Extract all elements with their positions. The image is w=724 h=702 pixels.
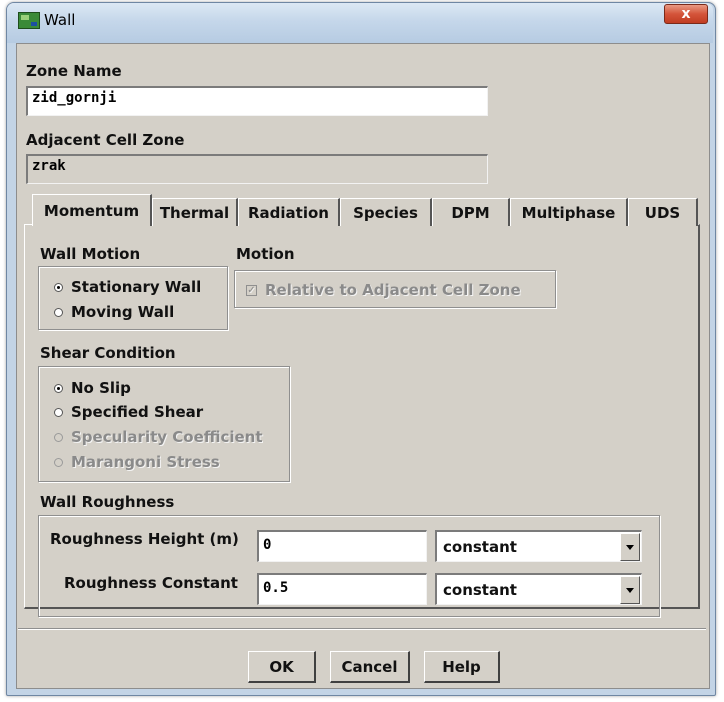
tab-thermal[interactable]: Thermal <box>152 198 238 226</box>
radio-unselected-icon <box>54 307 63 317</box>
adjacent-cell-zone-field: zrak <box>26 154 488 184</box>
radio-disabled-icon <box>54 457 63 467</box>
adjacent-cell-zone-label: Adjacent Cell Zone <box>26 131 185 149</box>
no-slip-radio[interactable]: No Slip <box>54 379 131 397</box>
specularity-coefficient-label: Specularity Coefficient <box>71 428 263 446</box>
roughness-constant-method-value: constant <box>443 581 517 599</box>
title-bar[interactable] <box>7 3 713 43</box>
relative-to-adjacent-label: Relative to Adjacent Cell Zone <box>265 281 521 299</box>
dropdown-arrow-icon[interactable] <box>620 533 640 561</box>
moving-wall-radio[interactable]: Moving Wall <box>54 303 174 321</box>
roughness-height-label: Roughness Height (m) <box>50 530 239 548</box>
motion-label: Motion <box>236 245 295 263</box>
moving-wall-label: Moving Wall <box>71 303 175 321</box>
relative-to-adjacent-checkbox[interactable]: ✓ Relative to Adjacent Cell Zone <box>246 281 521 299</box>
close-icon: x <box>681 6 691 22</box>
stationary-wall-radio[interactable]: Stationary Wall <box>54 278 201 296</box>
roughness-constant-input[interactable]: 0.5 <box>257 573 427 605</box>
zone-name-label: Zone Name <box>26 62 122 80</box>
zone-name-input[interactable]: zid_gornji <box>26 86 488 116</box>
marangoni-stress-label: Marangoni Stress <box>71 453 220 471</box>
tab-multiphase[interactable]: Multiphase <box>510 198 628 226</box>
marangoni-stress-radio[interactable]: Marangoni Stress <box>54 453 220 471</box>
wall-roughness-label: Wall Roughness <box>40 493 175 511</box>
stationary-wall-label: Stationary Wall <box>71 278 202 296</box>
tab-radiation[interactable]: Radiation <box>238 198 340 226</box>
cancel-button[interactable]: Cancel <box>330 651 410 683</box>
specified-shear-radio[interactable]: Specified Shear <box>54 403 203 421</box>
ok-button[interactable]: OK <box>248 651 316 683</box>
check-icon: ✓ <box>246 284 257 296</box>
roughness-height-method-select[interactable]: constant <box>435 530 642 562</box>
radio-selected-icon <box>54 282 63 292</box>
specified-shear-label: Specified Shear <box>71 403 204 421</box>
wall-motion-label: Wall Motion <box>40 245 141 263</box>
dropdown-arrow-icon[interactable] <box>620 576 640 604</box>
no-slip-label: No Slip <box>71 379 131 397</box>
specularity-coefficient-radio[interactable]: Specularity Coefficient <box>54 428 263 446</box>
radio-disabled-icon <box>54 432 63 442</box>
tab-dpm[interactable]: DPM <box>432 198 510 226</box>
tab-uds[interactable]: UDS <box>628 198 698 226</box>
fluent-app-icon <box>18 12 40 29</box>
button-separator <box>18 628 706 630</box>
radio-selected-icon <box>54 383 63 393</box>
shear-condition-label: Shear Condition <box>40 344 176 362</box>
tab-species[interactable]: Species <box>340 198 432 226</box>
help-button[interactable]: Help <box>424 651 500 683</box>
roughness-constant-method-select[interactable]: constant <box>435 573 642 605</box>
roughness-constant-label: Roughness Constant <box>64 574 238 592</box>
roughness-height-method-value: constant <box>443 538 517 556</box>
radio-unselected-icon <box>54 407 63 417</box>
close-button[interactable]: x <box>664 4 708 24</box>
roughness-height-input[interactable]: 0 <box>257 530 427 562</box>
tab-momentum[interactable]: Momentum <box>32 194 152 226</box>
window-title: Wall <box>44 11 76 29</box>
